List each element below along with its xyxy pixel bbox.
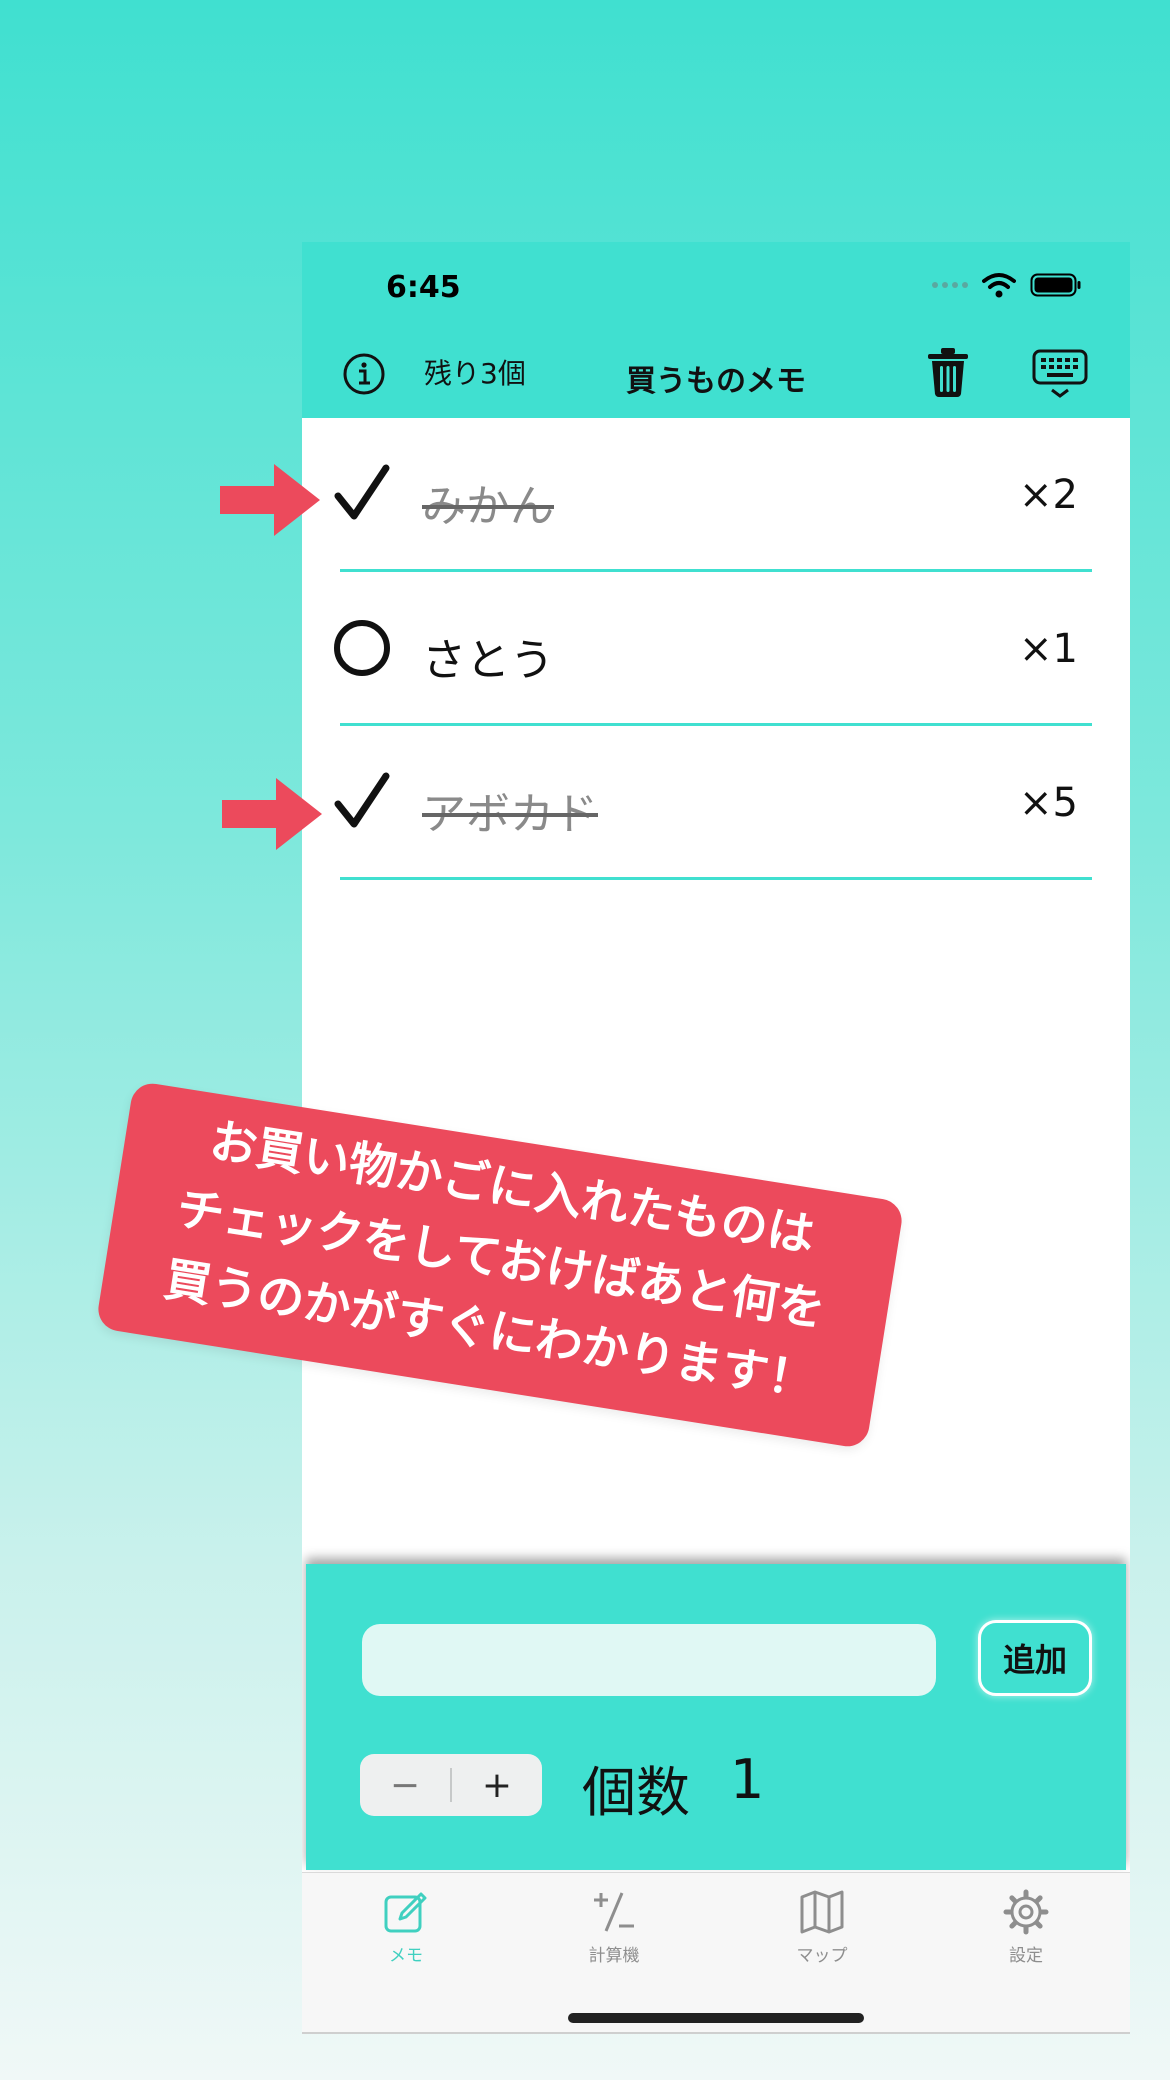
status-bar: 6:45 <box>302 242 1130 332</box>
memo-icon <box>384 1892 427 1933</box>
increment-button[interactable]: + <box>452 1765 542 1806</box>
list-item[interactable]: アボカド ×5 <box>302 726 1130 880</box>
list-item[interactable]: みかん ×2 <box>302 418 1130 572</box>
keyboard-hide-icon[interactable] <box>1032 348 1088 400</box>
checkmark-icon[interactable] <box>332 464 392 524</box>
tab-label: メモ <box>389 1946 423 1966</box>
screen-bottom-edge <box>302 2032 1130 2034</box>
row-divider <box>340 877 1092 880</box>
wifi-icon <box>982 273 1016 298</box>
map-icon <box>800 1890 844 1934</box>
decrement-button[interactable]: − <box>360 1765 450 1806</box>
tab-label: 設定 <box>1009 1946 1043 1966</box>
checkmark-icon[interactable] <box>332 772 392 832</box>
list-item[interactable]: さとう ×1 <box>302 572 1130 726</box>
trash-icon[interactable] <box>926 346 970 398</box>
unchecked-circle-icon[interactable] <box>332 618 392 678</box>
status-icons <box>932 272 1082 298</box>
shopping-list: みかん ×2 さとう ×1 アボカド ×5 <box>302 418 1130 880</box>
item-name-input[interactable] <box>362 1624 936 1696</box>
red-arrow-icon <box>220 464 320 536</box>
quantity-stepper: − + <box>360 1754 542 1816</box>
home-indicator <box>568 2013 864 2023</box>
tab-map[interactable]: マップ <box>762 1889 882 1966</box>
add-button[interactable]: 追加 <box>978 1620 1092 1696</box>
status-time: 6:45 <box>386 270 461 305</box>
item-quantity: ×5 <box>1019 780 1078 826</box>
item-name: さとう <box>422 635 554 686</box>
tab-bar: メモ 計算機 マップ 設定 <box>302 1872 1130 2032</box>
item-quantity: ×1 <box>1019 626 1078 672</box>
tab-label: マップ <box>796 1946 848 1966</box>
count-label: 個数 <box>582 1761 690 1824</box>
signal-icon <box>932 282 968 288</box>
count-value: 1 <box>730 1748 765 1811</box>
item-name: みかん <box>422 481 554 532</box>
tab-settings[interactable]: 設定 <box>966 1889 1086 1966</box>
add-item-panel: 追加 − + 個数 1 <box>306 1564 1126 1870</box>
battery-icon <box>1030 273 1081 297</box>
calculator-icon <box>594 1892 634 1932</box>
item-name: アボカド <box>422 789 598 840</box>
tab-memo[interactable]: メモ <box>346 1889 466 1966</box>
tab-label: 計算機 <box>588 1946 640 1966</box>
item-quantity: ×2 <box>1019 472 1078 518</box>
nav-bar: 残り3個 買うものメモ <box>302 332 1130 418</box>
gear-icon <box>1003 1889 1049 1935</box>
page-title: 買うものメモ <box>626 364 806 399</box>
tab-calculator[interactable]: 計算機 <box>554 1889 674 1966</box>
red-arrow-icon <box>222 778 322 850</box>
